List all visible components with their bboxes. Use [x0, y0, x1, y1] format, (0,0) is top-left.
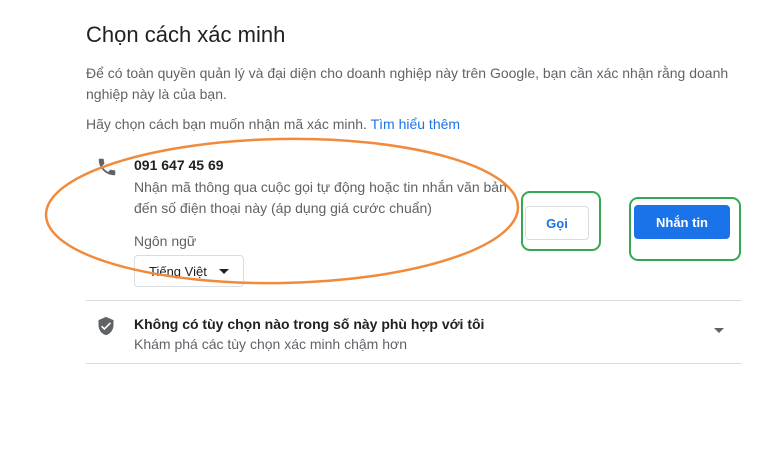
- shield-icon: [98, 316, 114, 336]
- other-options-title: Không có tùy chọn nào trong số này phù h…: [134, 316, 485, 332]
- divider: [86, 363, 742, 364]
- call-button[interactable]: Gọi: [525, 206, 589, 240]
- text-message-button[interactable]: Nhắn tin: [634, 205, 730, 239]
- language-label: Ngôn ngữ: [134, 233, 197, 249]
- phone-icon: [98, 158, 116, 176]
- page-title: Chọn cách xác minh: [86, 22, 286, 47]
- expand-chevron-icon[interactable]: [714, 328, 724, 333]
- learn-more-link[interactable]: Tìm hiểu thêm: [371, 116, 460, 132]
- phone-number: 091 647 45 69: [134, 157, 224, 173]
- language-select-value: Tiếng Việt: [149, 263, 207, 279]
- language-select[interactable]: Tiếng Việt: [134, 255, 244, 287]
- other-options-row[interactable]: Không có tùy chọn nào trong số này phù h…: [86, 301, 742, 363]
- choose-method-prefix: Hãy chọn cách bạn muốn nhận mã xác minh.: [86, 116, 371, 132]
- chevron-down-icon: [219, 269, 229, 274]
- other-options-subtitle: Khám phá các tùy chọn xác minh chậm hơn: [134, 336, 407, 352]
- page-description: Để có toàn quyền quản lý và đại diện cho…: [86, 65, 729, 102]
- phone-option-description: Nhận mã thông qua cuộc gọi tự động hoặc …: [134, 179, 507, 216]
- choose-method-text: Hãy chọn cách bạn muốn nhận mã xác minh.…: [86, 116, 460, 132]
